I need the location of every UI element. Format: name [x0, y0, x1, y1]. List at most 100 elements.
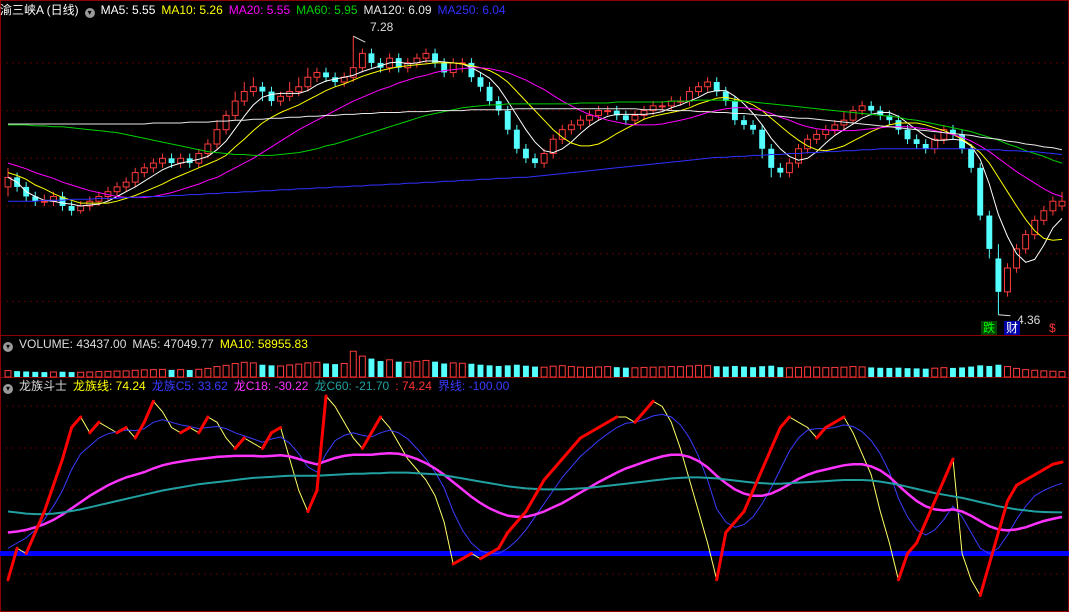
volume-label-1: MA5: 47049.77	[132, 337, 214, 351]
chevron-down-icon[interactable]: ▾	[3, 342, 13, 352]
candle-body	[486, 86, 493, 102]
candle-body	[522, 148, 529, 159]
candle-body	[113, 186, 121, 193]
volume-bar	[995, 364, 1002, 377]
chevron-down-icon[interactable]: ▾	[3, 384, 13, 394]
indicator-rise-segment	[588, 426, 601, 435]
volume-bar	[349, 350, 357, 378]
volume-bar	[422, 359, 430, 378]
indicator-rise-segment	[751, 468, 764, 492]
candle-body	[268, 91, 275, 102]
volume-bar	[858, 366, 866, 378]
chevron-down-icon[interactable]: ▾	[84, 8, 95, 18]
volume-bar	[549, 365, 557, 378]
volume-bar	[667, 366, 675, 378]
volume-bar	[159, 368, 166, 378]
volume-bar	[41, 372, 48, 377]
candle-body	[795, 148, 802, 164]
indicator-rise-segment	[506, 520, 519, 534]
candle-body	[231, 100, 239, 116]
candle-body	[295, 86, 303, 93]
volume-bar	[704, 365, 712, 378]
indicator-rise-segment	[1033, 468, 1046, 477]
fall-badge[interactable]: 跌	[981, 321, 998, 335]
candle-body	[131, 172, 139, 183]
volume-bar	[195, 368, 203, 378]
finance-badge[interactable]: 财	[1004, 321, 1021, 335]
candle-body	[40, 200, 48, 203]
indicator-rise-segment	[560, 447, 573, 461]
volume-bar	[613, 367, 620, 377]
volume-bar	[386, 359, 394, 378]
indicator-rise-segment	[606, 415, 619, 424]
indicator-label-1: 龙族线: 74.24	[73, 379, 146, 393]
candle-body	[1040, 210, 1048, 221]
indicator-rise-segment	[824, 420, 837, 429]
volume-bar	[795, 366, 802, 378]
kline-stage: 渝三峡A (日线) ▾ MA5: 5.55 MA10: 5.26 MA20: 5.55 M…	[0, 0, 1069, 612]
volume-bar	[49, 371, 57, 378]
volume-legend: VOLUME: 43437.00 MA5: 47049.77 MA10: 58955…	[19, 337, 314, 351]
low-price-label: 4.36	[1017, 313, 1041, 327]
volume-bar	[959, 367, 966, 377]
volume-bar	[658, 366, 666, 378]
indicator-rise-segment	[542, 468, 555, 482]
indicator-rise-segment	[778, 415, 791, 429]
indicator-label-6: 界线: -100.00	[437, 379, 510, 393]
volume-bar	[113, 370, 121, 378]
volume-label-0: VOLUME: 43437.00	[19, 337, 127, 351]
indicator-rise-segment	[524, 494, 537, 513]
ma-line-ma20	[7, 67, 1063, 198]
volume-bar	[986, 365, 993, 377]
volume-bar	[686, 365, 693, 378]
indicator-rise-segment	[578, 431, 592, 440]
candle-body	[595, 110, 603, 116]
candle-body	[804, 138, 812, 150]
stock-title[interactable]: 渝三峡A (日线)	[0, 3, 79, 17]
volume-bar	[122, 370, 130, 378]
candle-body	[213, 129, 221, 145]
volume-bar	[295, 363, 303, 378]
candle-body	[995, 258, 1002, 292]
volume-bar	[358, 355, 366, 378]
candle-body	[495, 101, 502, 111]
volume-bar	[23, 371, 30, 377]
candle-body	[513, 129, 520, 149]
volume-bar	[558, 365, 566, 378]
candle-body	[759, 129, 766, 149]
volume-bar	[504, 365, 511, 377]
volume-bar	[131, 369, 139, 378]
candle-body	[904, 129, 911, 140]
indicator-panel-header: ▾ 龙族斗士 龙族线: 74.24 龙族C5: 33.62 龙C18: -30.22 龙C…	[0, 378, 515, 394]
chart-frame	[0, 0, 1069, 612]
volume-bar	[240, 361, 248, 378]
volume-bar	[513, 364, 520, 377]
candle-body	[249, 86, 257, 93]
price-panel-header: 渝三峡A (日线) ▾ MA5: 5.55 MA10: 5.26 MA20: 5.55 M…	[0, 2, 512, 18]
indicator-rise-segment	[642, 399, 655, 414]
candle-body	[68, 206, 75, 211]
candle-body	[368, 53, 375, 63]
volume-bar	[204, 367, 212, 378]
candle-body	[813, 133, 821, 140]
kline-chart	[0, 0, 1069, 612]
volume-bar	[813, 366, 821, 378]
dollar-badge[interactable]: $	[1047, 321, 1058, 335]
volume-bar	[249, 362, 257, 378]
volume-bar	[213, 366, 221, 378]
indicator-rise-segment	[1005, 483, 1019, 503]
indicator-rise-segment	[924, 499, 937, 524]
ma-label-2: MA20: 5.55	[228, 3, 291, 17]
ma-label-4: MA120: 6.09	[363, 3, 432, 17]
low-marker-line	[998, 314, 1011, 317]
indicator-rise-segment	[597, 420, 610, 429]
volume-bar	[432, 361, 439, 377]
ma-legend: MA5: 5.55 MA10: 5.26 MA20: 5.55 MA60: 5.95 M…	[101, 3, 512, 17]
indicator-rise-segment	[724, 520, 737, 534]
candle-body	[149, 162, 157, 169]
volume-bar	[785, 367, 793, 378]
volume-bar	[886, 367, 893, 377]
indicator-rise-segment	[551, 457, 564, 471]
volume-bar	[268, 365, 275, 377]
volume-bar	[586, 366, 593, 378]
